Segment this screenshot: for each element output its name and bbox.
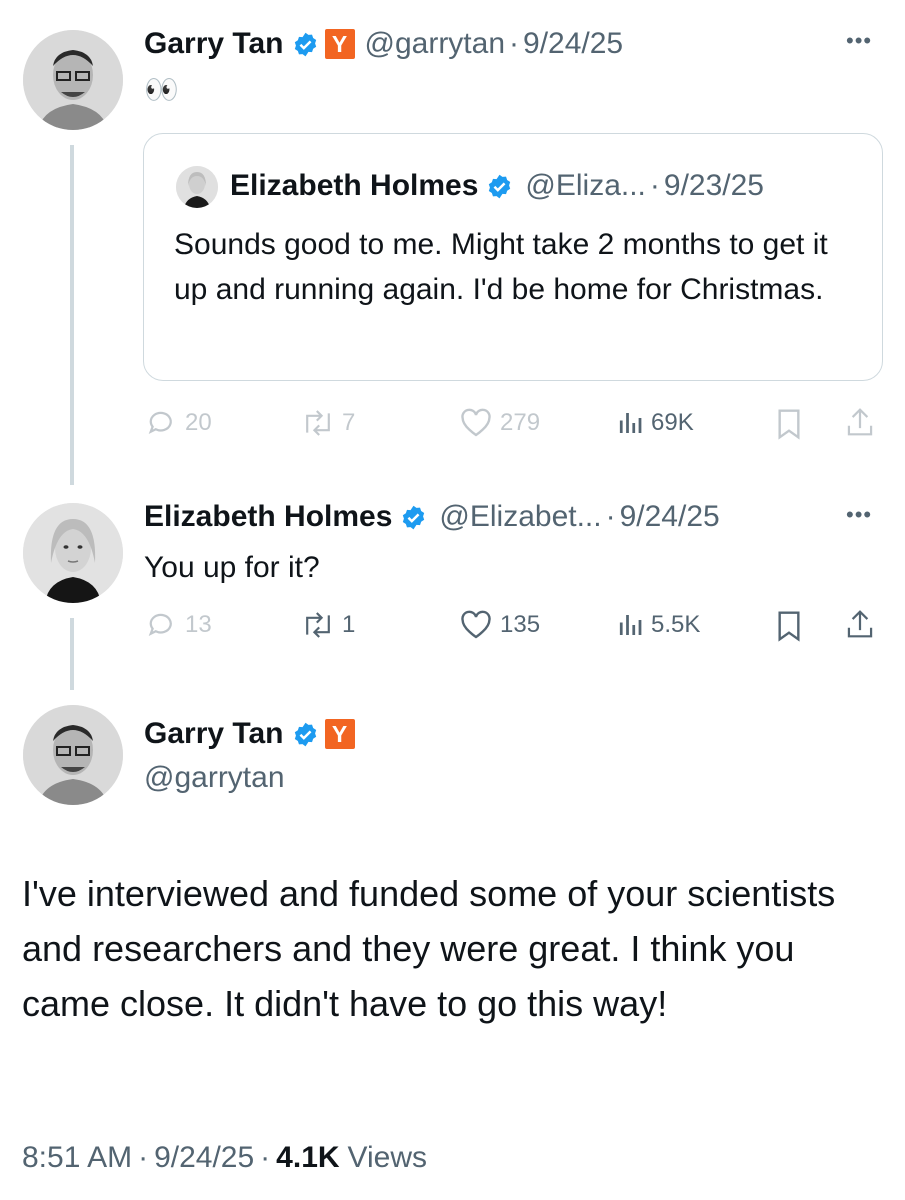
share-icon bbox=[845, 608, 875, 640]
quote-text: Sounds good to me. Might take 2 months t… bbox=[174, 228, 828, 306]
share-button[interactable] bbox=[845, 608, 875, 640]
author-handle[interactable]: @garrytan bbox=[365, 26, 506, 62]
author-handle[interactable]: @Elizabet... bbox=[439, 499, 601, 535]
author-name[interactable]: Elizabeth Holmes bbox=[144, 499, 392, 535]
bookmark-button[interactable] bbox=[774, 610, 804, 642]
quote-author-name[interactable]: Elizabeth Holmes bbox=[230, 168, 478, 204]
separator-dot: · bbox=[138, 1141, 149, 1174]
views-button[interactable]: 5.5K bbox=[615, 610, 700, 640]
avatar-garry-tan[interactable] bbox=[23, 30, 123, 130]
separator-dot: · bbox=[509, 27, 520, 60]
main-meta: 8:51 AM · 9/24/25 · 4.1K Views bbox=[22, 1140, 427, 1176]
share-icon bbox=[845, 406, 875, 438]
avatar-garry-tan-main[interactable] bbox=[23, 705, 123, 805]
verified-badge-icon bbox=[486, 173, 513, 200]
views-icon bbox=[615, 408, 645, 438]
like-icon bbox=[460, 408, 492, 438]
tweet1-header: Garry Tan Y @garrytan · 9/24/25 bbox=[144, 26, 623, 62]
quote-header: Elizabeth Holmes @Eliza... · 9/23/25 bbox=[230, 168, 764, 204]
separator-dot: · bbox=[649, 169, 660, 202]
more-icon[interactable]: ••• bbox=[846, 502, 872, 528]
reply-count: 13 bbox=[185, 611, 212, 638]
repost-button[interactable]: 1 bbox=[300, 610, 355, 640]
repost-button[interactable]: 7 bbox=[300, 408, 355, 438]
quote-date[interactable]: 9/23/25 bbox=[664, 168, 764, 204]
quote-author-handle[interactable]: @Eliza... bbox=[525, 168, 645, 204]
views-count: 4.1K bbox=[276, 1141, 340, 1174]
reply-icon bbox=[147, 408, 177, 438]
views-button[interactable]: 69K bbox=[615, 408, 694, 438]
main-tweet-text: I've interviewed and funded some of your… bbox=[22, 873, 836, 1024]
reply-icon bbox=[147, 610, 177, 640]
bookmark-button[interactable] bbox=[774, 408, 804, 440]
repost-icon bbox=[300, 610, 336, 640]
share-button[interactable] bbox=[845, 406, 875, 438]
like-count: 135 bbox=[500, 611, 541, 638]
tweet1-emoji: 👀 bbox=[144, 74, 179, 105]
thread-connector-2 bbox=[70, 618, 74, 690]
tweet2-text: You up for it? bbox=[144, 551, 320, 584]
reply-count: 20 bbox=[185, 409, 212, 436]
reply-button[interactable]: 20 bbox=[147, 408, 212, 438]
like-count: 279 bbox=[500, 409, 541, 436]
tweet-date[interactable]: 9/24/25 bbox=[154, 1140, 254, 1176]
verified-badge-icon bbox=[292, 721, 319, 748]
tweet-date[interactable]: 9/24/25 bbox=[620, 499, 720, 535]
views-count: 69K bbox=[651, 409, 694, 436]
more-icon[interactable]: ••• bbox=[846, 28, 872, 54]
views-label: Views bbox=[347, 1141, 428, 1174]
tweet2-header: Elizabeth Holmes @Elizabet... · 9/24/25 bbox=[144, 499, 720, 535]
verified-badge-icon bbox=[400, 504, 427, 531]
quoted-tweet-card[interactable]: Elizabeth Holmes @Eliza... · 9/23/25 Sou… bbox=[143, 133, 883, 381]
tweet-date[interactable]: 9/24/25 bbox=[523, 26, 623, 62]
yc-badge-icon: Y bbox=[324, 29, 355, 59]
repost-count: 7 bbox=[342, 409, 356, 436]
like-icon bbox=[460, 610, 492, 640]
verified-badge-icon bbox=[292, 31, 319, 58]
tweet-time[interactable]: 8:51 AM bbox=[22, 1140, 132, 1176]
repost-icon bbox=[300, 408, 336, 438]
views-count: 5.5K bbox=[651, 611, 701, 638]
avatar-elizabeth-holmes[interactable] bbox=[23, 503, 123, 603]
avatar-elizabeth-holmes-small[interactable] bbox=[176, 166, 218, 208]
views-icon bbox=[615, 610, 645, 640]
main-header: Garry Tan Y bbox=[144, 716, 355, 752]
author-handle[interactable]: @garrytan bbox=[144, 760, 285, 796]
like-button[interactable]: 135 bbox=[460, 610, 540, 640]
like-button[interactable]: 279 bbox=[460, 408, 540, 438]
reply-button[interactable]: 13 bbox=[147, 610, 212, 640]
separator-dot: · bbox=[605, 500, 616, 533]
bookmark-icon bbox=[774, 610, 804, 642]
thread-connector-1 bbox=[70, 145, 74, 485]
repost-count: 1 bbox=[342, 611, 356, 638]
bookmark-icon bbox=[774, 408, 804, 440]
separator-dot: · bbox=[260, 1141, 271, 1174]
yc-badge-icon: Y bbox=[324, 719, 355, 749]
author-name[interactable]: Garry Tan bbox=[144, 716, 284, 752]
author-name[interactable]: Garry Tan bbox=[144, 26, 284, 62]
